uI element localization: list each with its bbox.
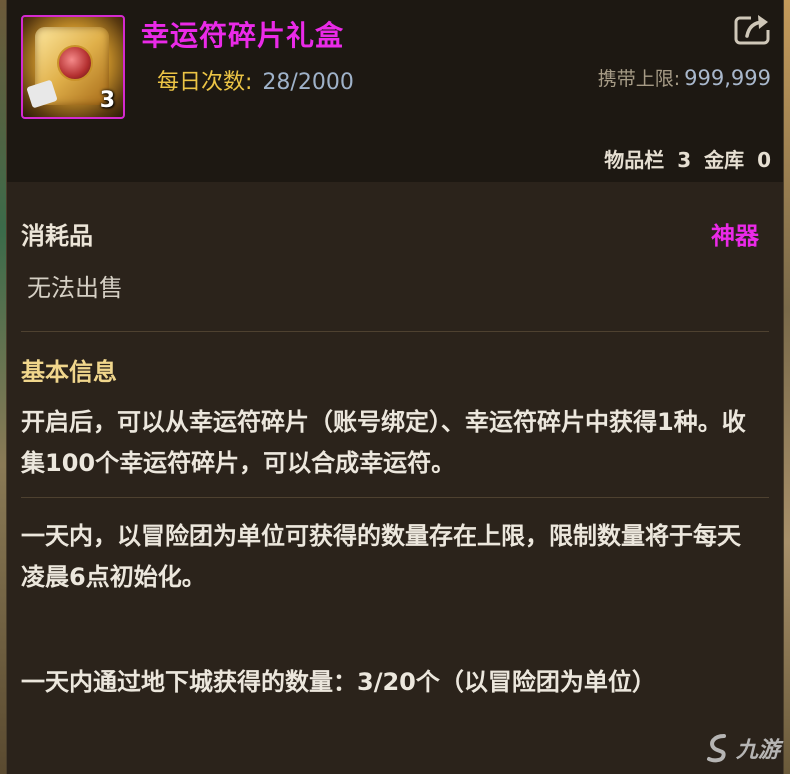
sell-status: 无法出售 xyxy=(27,274,123,302)
carry-limit-label: 携带上限: xyxy=(597,68,681,90)
daily-usage-label: 每日次数: xyxy=(157,70,253,95)
tooltip-header: 3 幸运符碎片礼盒 每日次数: 28/2000 携带上限: 999,999 物品栏 … xyxy=(7,0,783,182)
gem-graphic xyxy=(57,45,93,81)
stack-count: 3 xyxy=(99,88,115,113)
vault-label: 金库 xyxy=(704,148,745,172)
daily-usage-value: 28/2000 xyxy=(262,70,354,95)
lucky-charm-fragment-box-icon: 3 xyxy=(21,15,125,119)
storage-counts: 物品栏 3 金库 0 xyxy=(598,144,771,173)
inventory-label: 物品栏 xyxy=(604,148,665,172)
divider xyxy=(21,331,769,332)
item-name: 幸运符碎片礼盒 xyxy=(141,19,345,52)
share-icon[interactable] xyxy=(733,12,773,46)
divider xyxy=(21,497,769,498)
inventory-count: 3 xyxy=(677,148,692,172)
item-category: 消耗品 xyxy=(21,222,93,250)
item-tooltip: 3 幸运符碎片礼盒 每日次数: 28/2000 携带上限: 999,999 物品栏 … xyxy=(6,0,784,774)
carry-limit: 携带上限: 999,999 xyxy=(598,64,771,91)
description-paragraph: 一天内，以冒险团为单位可获得的数量存在上限，限制数量将于每天凌晨6点初始化。 xyxy=(21,522,741,591)
daily-usage: 每日次数: 28/2000 xyxy=(157,64,354,96)
vault-count: 0 xyxy=(757,148,771,172)
description-paragraph: 开启后，可以从幸运符碎片（账号绑定）、幸运符碎片中获得1种。收集100个幸运符碎… xyxy=(21,408,746,477)
watermark-text: 九游 xyxy=(735,738,780,763)
jiuyou-logo-icon xyxy=(706,734,726,763)
section-title: 基本信息 xyxy=(21,358,117,386)
carry-limit-value: 999,999 xyxy=(684,66,771,90)
description-paragraph: 一天内通过地下城获得的数量：3/20个（以冒险团为单位） xyxy=(21,668,656,696)
watermark: 九游 xyxy=(706,732,780,764)
item-rarity: 神器 xyxy=(711,222,759,250)
